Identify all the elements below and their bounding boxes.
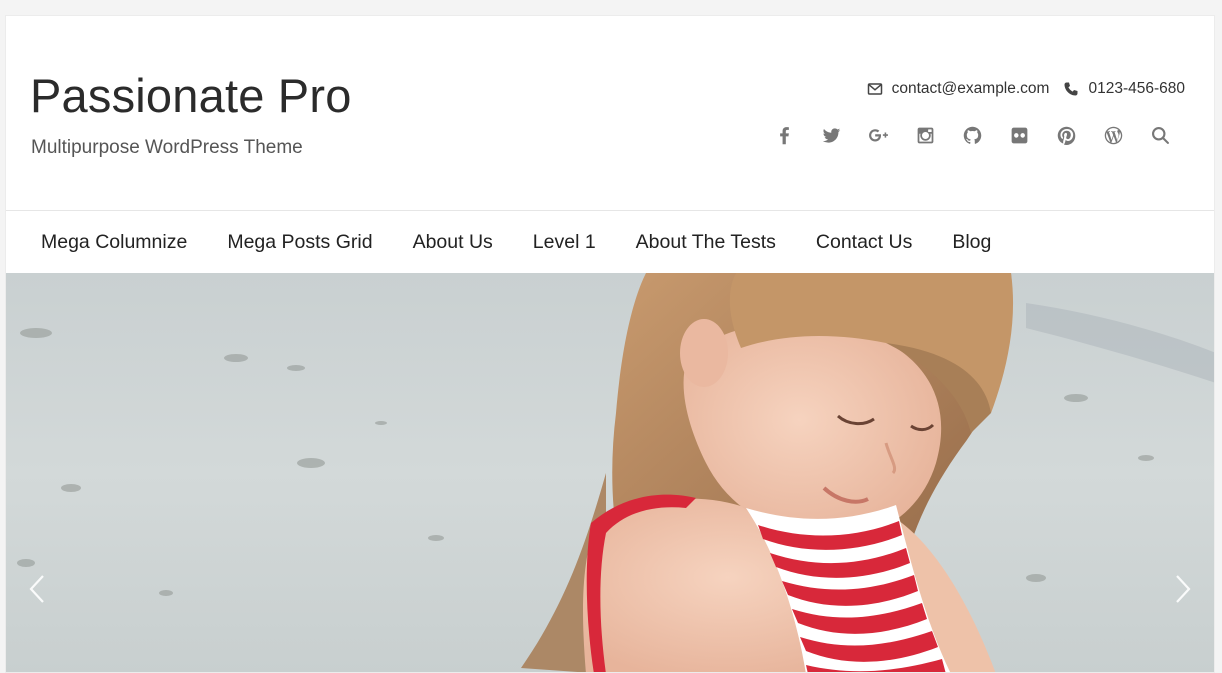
instagram-icon: [917, 127, 934, 143]
nav-item-mega-columnize[interactable]: Mega Columnize: [21, 211, 207, 273]
nav-item-about-us[interactable]: About Us: [393, 211, 513, 273]
facebook-link[interactable]: [761, 122, 808, 148]
site-tagline: Multipurpose WordPress Theme: [31, 137, 303, 158]
slider-next-button[interactable]: [1171, 569, 1195, 609]
pinterest-link[interactable]: [1043, 122, 1090, 148]
contact-phone-text: 0123-456-680: [1088, 80, 1185, 97]
search-icon: [1152, 126, 1169, 144]
wordpress-link[interactable]: [1090, 122, 1137, 148]
github-link[interactable]: [949, 122, 996, 148]
contact-phone[interactable]: 0123-456-680: [1063, 80, 1185, 98]
slider-prev-button[interactable]: [25, 569, 49, 609]
hero-slider: [6, 273, 1214, 672]
contact-email[interactable]: contact@example.com: [867, 80, 1050, 98]
google-plus-link[interactable]: [855, 122, 902, 148]
contact-email-text: contact@example.com: [891, 80, 1050, 97]
instagram-link[interactable]: [902, 122, 949, 148]
nav-item-about-the-tests[interactable]: About The Tests: [616, 211, 796, 273]
flickr-link[interactable]: [996, 122, 1043, 148]
github-icon: [963, 126, 982, 144]
chevron-right-icon: [1176, 575, 1191, 603]
chevron-left-icon: [29, 575, 44, 603]
page: Passionate Pro Multipurpose WordPress Th…: [5, 15, 1215, 673]
nav-item-blog[interactable]: Blog: [932, 211, 1011, 273]
envelope-icon: [867, 83, 882, 95]
pinterest-icon: [1057, 126, 1076, 145]
google-plus-icon: [869, 128, 888, 141]
facebook-icon: [780, 126, 789, 144]
hero-image: [6, 273, 1214, 672]
flickr-icon: [1011, 127, 1028, 143]
nav-item-contact-us[interactable]: Contact Us: [796, 211, 932, 273]
search-button[interactable]: [1137, 122, 1184, 148]
phone-icon: [1064, 82, 1078, 96]
wordpress-icon: [1104, 126, 1123, 144]
nav-item-level-1[interactable]: Level 1: [513, 211, 616, 273]
site-header: Passionate Pro Multipurpose WordPress Th…: [6, 16, 1214, 211]
social-links: [761, 122, 1184, 148]
site-title[interactable]: Passionate Pro: [30, 68, 352, 123]
twitter-link[interactable]: [808, 122, 855, 148]
twitter-icon: [822, 127, 841, 143]
contact-info: contact@example.com 0123-456-680: [867, 80, 1185, 98]
main-navigation: Mega Columnize Mega Posts Grid About Us …: [6, 211, 1214, 273]
nav-item-mega-posts-grid[interactable]: Mega Posts Grid: [207, 211, 392, 273]
